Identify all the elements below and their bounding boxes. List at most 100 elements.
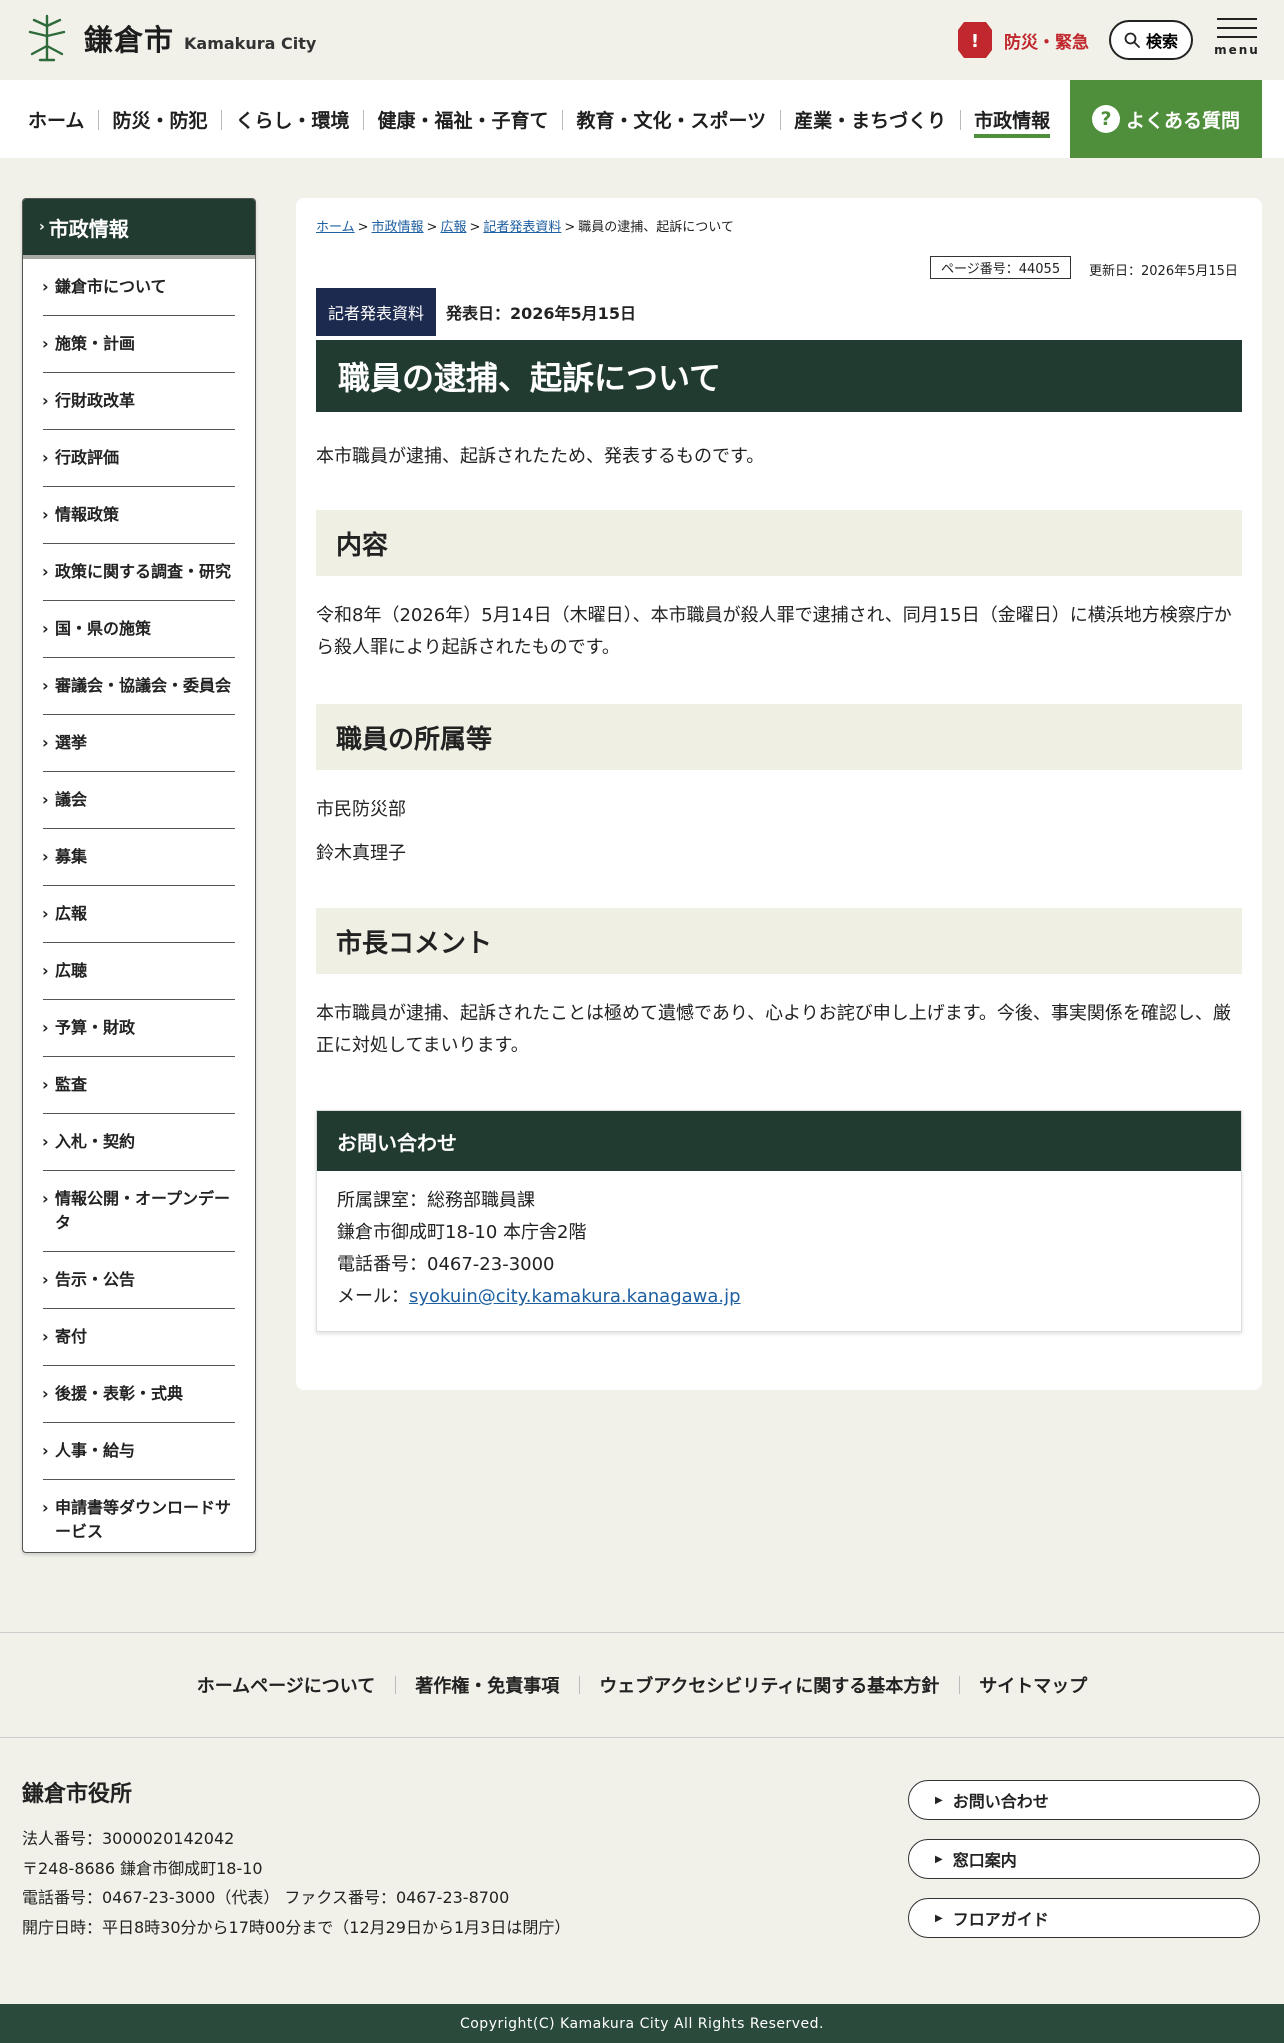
sidebar-item-6[interactable]: › 国・県の施策 xyxy=(42,601,235,658)
main-content: ホーム > 市政情報 > 広報 > 記者発表資料 > 職員の逮捕、起訴について ページ番号：44… xyxy=(296,198,1262,1390)
published-date: 発表日：2026年5月15日 xyxy=(446,304,636,323)
footer-address: 〒248-8686 鎌倉市御成町18-10 xyxy=(22,1858,263,1878)
chevron-right-icon: › xyxy=(42,961,49,980)
menu-label: menu xyxy=(1214,43,1260,57)
breadcrumb-link-1[interactable]: 市政情報 xyxy=(372,220,424,235)
faq-button[interactable]: ? よくある質問 xyxy=(1070,80,1262,158)
chevron-right-icon: › xyxy=(42,562,49,581)
question-icon: ? xyxy=(1091,105,1120,133)
breadcrumb: ホーム > 市政情報 > 広報 > 記者発表資料 > 職員の逮捕、起訴について xyxy=(316,216,734,235)
chevron-right-icon: › xyxy=(42,676,49,695)
breadcrumb-separator: > xyxy=(357,220,369,235)
emergency-label: 防災・緊急 xyxy=(1004,32,1089,53)
sidebar-item-5[interactable]: › 政策に関する調査・研究 xyxy=(42,544,235,601)
site-logo[interactable]: 鎌倉市 Kamakura City xyxy=(22,12,316,64)
page-title: 職員の逮捕、起訴について xyxy=(316,340,1242,412)
sidebar-item-label: 行政評価 xyxy=(55,448,120,467)
sidebar-item-label: 告示・公告 xyxy=(55,1270,136,1289)
sidebar-item-13[interactable]: › 予算・財政 xyxy=(42,1000,235,1057)
alert-mark: ! xyxy=(971,31,979,52)
sidebar-item-1[interactable]: › 施策・計画 xyxy=(42,316,235,373)
chevron-right-icon: › xyxy=(42,391,49,410)
breadcrumb-link-3[interactable]: 記者発表資料 xyxy=(483,220,561,235)
nav-item-0[interactable]: ホーム xyxy=(14,80,98,158)
chevron-right-icon: › xyxy=(42,1327,49,1346)
sidebar-item-10[interactable]: › 募集 xyxy=(42,829,235,886)
sidebar-item-label: 審議会・協議会・委員会 xyxy=(55,676,232,695)
footer-nav: ホームページについて 著作権・免責事項 ウェブアクセシビリティに関する基本方針 サイト… xyxy=(0,1632,1284,1738)
sidebar-item-label: 広報 xyxy=(55,904,88,923)
section-content-text: 令和8年（2026年）5月14日（木曜日）、本市職員が殺人罪で逮捕され、同月15… xyxy=(316,605,1232,659)
chevron-right-icon: › xyxy=(39,219,45,235)
footer-link-2[interactable]: ウェブアクセシビリティに関する基本方針 xyxy=(579,1672,959,1698)
section-heading-affiliation: 職員の所属等 xyxy=(316,704,1242,770)
sidebar-item-2[interactable]: › 行財政改革 xyxy=(42,373,235,430)
nav-item-6[interactable]: 市政情報 xyxy=(960,80,1064,158)
nav-item-4[interactable]: 教育・文化・スポーツ xyxy=(562,80,780,158)
footer-floor-guide-button[interactable]: ▶ フロアガイド xyxy=(908,1898,1260,1938)
lead-text: 本市職員が逮捕、起訴されたため、発表するものです。 xyxy=(316,446,765,467)
alert-shield-icon: ! xyxy=(958,22,992,58)
sidebar-item-9[interactable]: › 議会 xyxy=(42,772,235,829)
footer-link-3[interactable]: サイトマップ xyxy=(959,1672,1107,1698)
contact-email-link[interactable]: syokuin@city.kamakura.kanagawa.jp xyxy=(409,1286,741,1307)
bamboo-logo-icon xyxy=(28,14,66,62)
menu-button[interactable]: menu xyxy=(1213,18,1261,60)
footer-link-0[interactable]: ホームページについて xyxy=(177,1672,396,1698)
sidebar-item-label: 選挙 xyxy=(55,733,88,752)
sidebar-item-15[interactable]: › 入札・契約 xyxy=(42,1114,235,1171)
search-button-label: 検索 xyxy=(1145,34,1178,51)
sidebar-title[interactable]: › 市政情報 xyxy=(23,199,255,259)
chevron-right-icon: › xyxy=(42,334,49,353)
footer-contact-button[interactable]: ▶ お問い合わせ xyxy=(908,1780,1260,1820)
sidebar-item-16[interactable]: › 情報公開・オープンデータ xyxy=(42,1171,235,1252)
breadcrumb-separator: > xyxy=(469,220,481,235)
sidebar-item-label: 鎌倉市について xyxy=(55,277,167,296)
contact-box: お問い合わせ 所属課室：総務部職員課 鎌倉市御成町18-10 本庁舎2階 電話番… xyxy=(316,1110,1242,1333)
footer-info: 法人番号：3000020142042 〒248-8686 鎌倉市御成町18-10… xyxy=(22,1824,570,1942)
emergency-link[interactable]: ! 防災・緊急 xyxy=(956,20,1089,60)
footer-counter-guide-button[interactable]: ▶ 窓口案内 xyxy=(908,1839,1260,1879)
nav-item-1[interactable]: 防災・防犯 xyxy=(98,80,221,158)
logo-japanese-name: 鎌倉市 xyxy=(84,23,175,57)
nav-item-2[interactable]: くらし・環境 xyxy=(221,80,363,158)
chevron-right-icon: › xyxy=(42,1018,49,1037)
sidebar-item-label: 寄付 xyxy=(55,1327,88,1346)
chevron-right-icon: › xyxy=(42,1075,49,1094)
chevron-right-icon: › xyxy=(42,277,49,296)
sidebar-item-14[interactable]: › 監査 xyxy=(42,1057,235,1114)
footer-link-1[interactable]: 著作権・免責事項 xyxy=(395,1672,579,1698)
section-heading-mayor-comment: 市長コメント xyxy=(316,908,1242,974)
sidebar-item-21[interactable]: › 申請書等ダウンロードサービス xyxy=(42,1480,235,1552)
sidebar-item-20[interactable]: › 人事・給与 xyxy=(42,1423,235,1480)
sidebar-item-18[interactable]: › 寄付 xyxy=(42,1309,235,1366)
hamburger-icon xyxy=(1217,18,1257,20)
search-icon xyxy=(1124,32,1140,48)
logo-english-name: Kamakura City xyxy=(184,33,317,53)
sidebar-item-4[interactable]: › 情報政策 xyxy=(42,487,235,544)
sidebar-item-3[interactable]: › 行政評価 xyxy=(42,430,235,487)
footer-org-name: 鎌倉市役所 xyxy=(22,1782,133,1807)
chevron-right-icon: › xyxy=(42,847,49,866)
search-button[interactable]: 検索 xyxy=(1109,20,1193,60)
updated-date: 更新日：2026年5月15日 xyxy=(1089,264,1238,279)
sidebar-item-17[interactable]: › 告示・公告 xyxy=(42,1252,235,1309)
breadcrumb-link-2[interactable]: 広報 xyxy=(440,220,466,235)
chevron-right-icon: › xyxy=(42,1384,49,1403)
sidebar-item-12[interactable]: › 広聴 xyxy=(42,943,235,1000)
nav-item-5[interactable]: 産業・まちづくり xyxy=(780,80,960,158)
sidebar-item-label: 国・県の施策 xyxy=(55,619,152,638)
sidebar-item-label: 入札・契約 xyxy=(55,1132,136,1151)
chevron-right-icon: › xyxy=(42,505,49,524)
sidebar-item-19[interactable]: › 後援・表彰・式典 xyxy=(42,1366,235,1423)
sidebar-item-0[interactable]: › 鎌倉市について xyxy=(42,259,235,316)
contact-address: 鎌倉市御成町18-10 本庁舎2階 xyxy=(337,1222,587,1244)
breadcrumb-link-0[interactable]: ホーム xyxy=(316,220,355,235)
sidebar-item-11[interactable]: › 広報 xyxy=(42,886,235,943)
sidebar-item-7[interactable]: › 審議会・協議会・委員会 xyxy=(42,658,235,715)
sidebar-item-8[interactable]: › 選挙 xyxy=(42,715,235,772)
chevron-right-icon: › xyxy=(42,1441,49,1460)
sidebar-item-label: 政策に関する調査・研究 xyxy=(55,562,232,581)
breadcrumb-current: 職員の逮捕、起訴について xyxy=(578,220,734,235)
nav-item-3[interactable]: 健康・福祉・子育て xyxy=(363,80,562,158)
